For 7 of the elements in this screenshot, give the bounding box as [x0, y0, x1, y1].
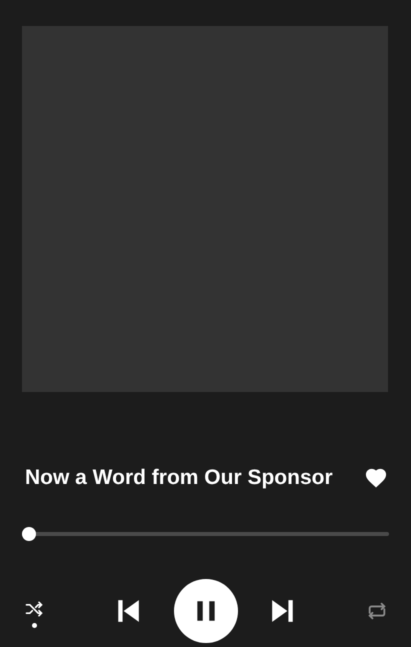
progress-slider[interactable] [22, 526, 389, 540]
slider-handle[interactable] [22, 526, 36, 540]
shuffle-icon[interactable] [24, 599, 44, 619]
heart-icon[interactable] [365, 466, 387, 489]
next-icon[interactable] [270, 598, 296, 624]
repeat-icon[interactable] [366, 600, 388, 622]
track-title: Now a Word from Our Sponsor [25, 465, 333, 491]
